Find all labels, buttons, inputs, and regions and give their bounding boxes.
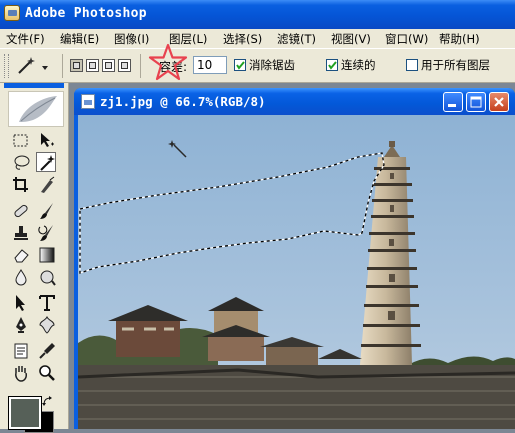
maximize-icon [470, 96, 482, 108]
dropdown-arrow-icon [42, 66, 48, 70]
zoom-tool-icon[interactable] [37, 363, 57, 383]
foreground-color-swatch[interactable] [8, 396, 42, 430]
add-to-selection-icon[interactable] [86, 59, 99, 72]
document-window: zj1.jpg @ 66.7%(RGB/8) [74, 88, 515, 429]
menu-filter[interactable]: 滤镜(T) [277, 31, 316, 47]
menu-bar: 文件(F) 编辑(E) 图像(I) 图层(L) 选择(S) 滤镜(T) 视图(V… [0, 29, 515, 48]
all-layers-label: 用于所有图层 [421, 58, 490, 72]
menu-window[interactable]: 窗口(W) [385, 31, 428, 47]
checkmark-icon [328, 61, 337, 70]
notes-tool-icon[interactable] [11, 341, 31, 361]
blur-tool-icon[interactable] [11, 267, 31, 287]
document-title: zj1.jpg @ 66.7%(RGB/8) [100, 94, 266, 109]
anti-alias-label: 消除锯齿 [249, 58, 295, 72]
feather-logo-icon[interactable] [8, 91, 64, 127]
tolerance-input[interactable] [193, 56, 227, 74]
clone-stamp-icon[interactable] [11, 223, 31, 243]
minimize-icon [448, 104, 456, 107]
options-bar: 容差: 消除锯齿 连续的 用于所有图层 [0, 48, 515, 83]
intersect-selection-icon[interactable] [118, 59, 131, 72]
minimize-button[interactable] [443, 92, 463, 112]
toolbar-grip-handle[interactable] [4, 54, 9, 78]
toolbox-panel [0, 83, 69, 433]
highlight-star-icon [148, 43, 188, 81]
marquee-tool-icon[interactable] [11, 131, 31, 151]
toolbox-titlebar[interactable] [4, 83, 64, 88]
magic-wand-tool-icon[interactable] [36, 152, 56, 172]
pagoda-photo [78, 115, 515, 429]
crop-tool-icon[interactable] [11, 175, 31, 195]
close-icon [494, 97, 504, 107]
path-selection-icon[interactable] [11, 293, 31, 313]
hand-tool-icon[interactable] [11, 363, 31, 383]
dodge-tool-icon[interactable] [37, 267, 57, 287]
menu-help[interactable]: 帮助(H) [439, 31, 480, 47]
eraser-tool-icon[interactable] [11, 245, 31, 265]
anti-alias-checkbox[interactable] [234, 59, 246, 71]
menu-edit[interactable]: 编辑(E) [60, 31, 99, 47]
new-selection-icon[interactable] [70, 59, 83, 72]
close-button[interactable] [489, 92, 509, 112]
eyedropper-tool-icon[interactable] [37, 341, 57, 361]
healing-brush-icon[interactable] [11, 201, 31, 221]
swap-colors-icon[interactable] [42, 396, 54, 408]
photoshop-app-icon[interactable] [4, 5, 20, 21]
subtract-from-selection-icon[interactable] [102, 59, 115, 72]
tool-preset-picker[interactable] [14, 56, 54, 76]
menu-file[interactable]: 文件(F) [6, 31, 45, 47]
maximize-button[interactable] [466, 92, 486, 112]
menu-image[interactable]: 图像(I) [114, 31, 149, 47]
app-titlebar[interactable]: Adobe Photoshop [0, 0, 515, 29]
history-brush-icon[interactable] [37, 223, 57, 243]
brush-tool-icon[interactable] [37, 201, 57, 221]
all-layers-checkbox[interactable] [406, 59, 418, 71]
document-titlebar[interactable]: zj1.jpg @ 66.7%(RGB/8) [74, 88, 515, 115]
checkmark-icon [236, 61, 245, 70]
contiguous-checkbox[interactable] [326, 59, 338, 71]
magic-wand-icon [18, 57, 48, 74]
menu-select[interactable]: 选择(S) [223, 31, 262, 47]
gradient-tool-icon[interactable] [37, 245, 57, 265]
type-tool-icon[interactable] [37, 293, 57, 313]
separator [140, 54, 141, 78]
custom-shape-icon[interactable] [37, 315, 57, 335]
lasso-tool-icon[interactable] [11, 153, 31, 173]
slice-tool-icon[interactable] [37, 175, 57, 195]
contiguous-label: 连续的 [341, 58, 376, 72]
pen-tool-icon[interactable] [11, 315, 31, 335]
image-canvas[interactable] [78, 115, 515, 429]
app-title: Adobe Photoshop [25, 6, 147, 21]
move-tool-icon[interactable] [37, 131, 57, 151]
separator [62, 54, 63, 78]
image-document-icon[interactable] [81, 94, 95, 109]
menu-view[interactable]: 视图(V) [331, 31, 371, 47]
